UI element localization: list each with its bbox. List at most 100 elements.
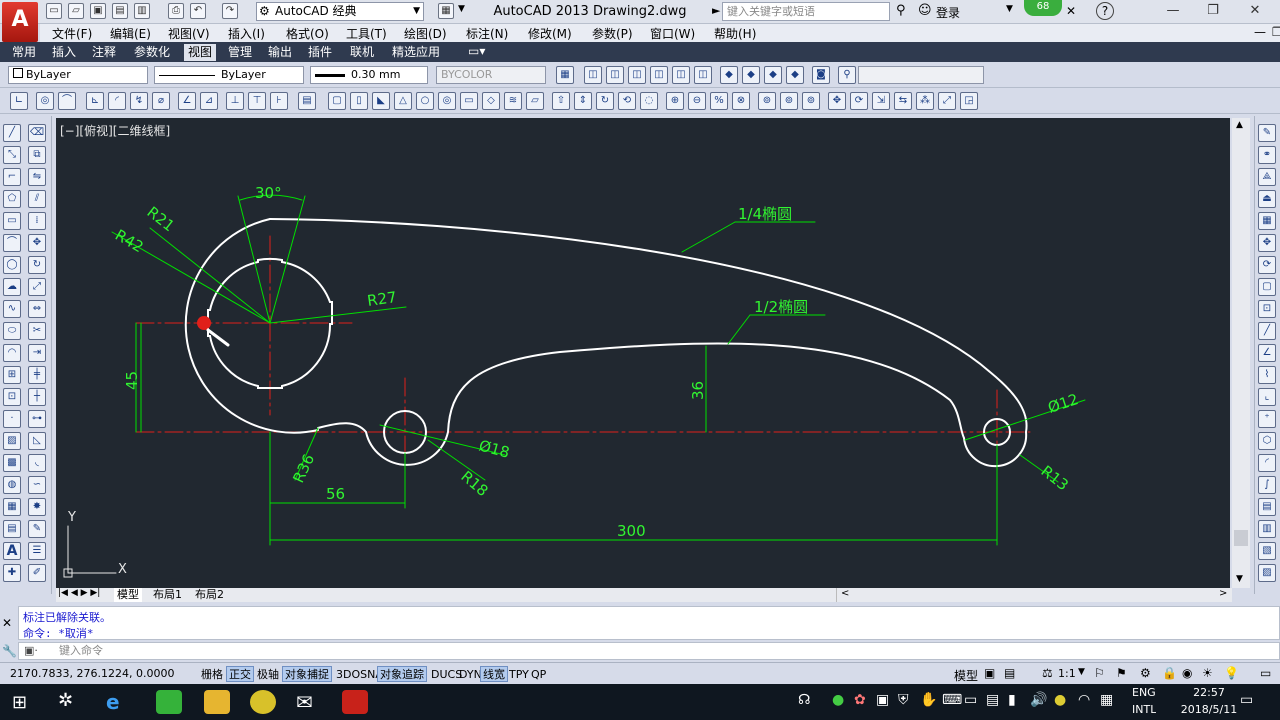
- explode-icon[interactable]: ✸: [28, 498, 46, 516]
- brush-icon[interactable]: ✎: [1258, 124, 1276, 142]
- slice-icon[interactable]: ⊗: [732, 92, 750, 110]
- scale-icon[interactable]: ⤢: [28, 278, 46, 296]
- presspull-icon[interactable]: ⇕: [574, 92, 592, 110]
- tab-featured-apps[interactable]: 精选应用: [388, 44, 444, 61]
- vertical-scrollbar[interactable]: ▲ ▼: [1232, 118, 1250, 588]
- workspace-selector[interactable]: ⚙ AutoCAD 经典 ▼: [256, 2, 424, 21]
- offset-icon[interactable]: ⫽: [28, 190, 46, 208]
- zoom-window-icon[interactable]: ⊡: [1258, 300, 1276, 318]
- 3d-rotate-icon[interactable]: ⟳: [850, 92, 868, 110]
- ime-icon[interactable]: ▦: [1100, 692, 1113, 708]
- restore-icon[interactable]: ❐: [1198, 2, 1228, 20]
- tab-annotate[interactable]: 注释: [88, 44, 120, 61]
- file-explorer-icon[interactable]: [204, 690, 230, 714]
- close-icon[interactable]: ✕: [1240, 2, 1270, 20]
- selected-grip[interactable]: [197, 316, 211, 330]
- 3d-fillet-icon[interactable]: ◲: [960, 92, 978, 110]
- binoculars-icon[interactable]: ⚲: [896, 3, 906, 18]
- blend-icon[interactable]: ∽: [28, 476, 46, 494]
- dim-ordinate-icon[interactable]: ⊾: [86, 92, 104, 110]
- tray-flower-icon[interactable]: ✿: [854, 692, 866, 708]
- tab-layout2[interactable]: 布局2: [192, 588, 227, 602]
- region-icon[interactable]: ◍: [3, 476, 21, 494]
- view-bottom-icon[interactable]: ◫: [606, 66, 624, 84]
- linetype-combo[interactable]: ByLayer: [154, 66, 304, 84]
- extrude-icon[interactable]: ⇧: [552, 92, 570, 110]
- media-app-icon[interactable]: [250, 690, 276, 714]
- exchange-icon[interactable]: ✕: [1066, 4, 1076, 18]
- mirror-icon[interactable]: ⇋: [28, 168, 46, 186]
- minimize-icon[interactable]: —: [1158, 2, 1188, 20]
- cylinder2-icon[interactable]: ▭: [460, 92, 478, 110]
- save-as-icon[interactable]: ▤: [112, 3, 128, 19]
- command-input[interactable]: 键入命令: [18, 642, 1280, 660]
- 3d-align-icon[interactable]: ⇲: [872, 92, 890, 110]
- menu-parametric[interactable]: 参数(P): [592, 25, 633, 42]
- 3d-mirror-icon[interactable]: ⇆: [894, 92, 912, 110]
- pan-icon[interactable]: ✥: [1258, 234, 1276, 252]
- orbit-icon[interactable]: ⟳: [1258, 256, 1276, 274]
- circle-icon[interactable]: ◯: [3, 256, 21, 274]
- fillet-icon[interactable]: ◟: [28, 454, 46, 472]
- line-icon[interactable]: ╱: [3, 124, 21, 142]
- print-icon[interactable]: ⎙: [168, 3, 184, 19]
- lineweight-combo[interactable]: 0.30 mm: [310, 66, 428, 84]
- box-icon[interactable]: ▢: [328, 92, 346, 110]
- workspace-switch-status-icon[interactable]: ⚙: [1140, 666, 1151, 680]
- auto-scale-icon[interactable]: ⚑: [1116, 666, 1127, 680]
- loft-icon[interactable]: ◌: [640, 92, 658, 110]
- notification-center-icon[interactable]: ▭: [1240, 692, 1253, 708]
- toggle-ortho[interactable]: 正交: [226, 666, 254, 682]
- trim-icon[interactable]: ✂: [28, 322, 46, 340]
- dim-continue-icon[interactable]: ⊤: [248, 92, 266, 110]
- tab-home[interactable]: 常用: [8, 44, 40, 61]
- input-language[interactable]: ENG: [1132, 686, 1156, 699]
- iso-nw-icon[interactable]: ◆: [786, 66, 804, 84]
- menu-view[interactable]: 视图(V): [168, 25, 210, 42]
- pyramid-icon[interactable]: ◇: [482, 92, 500, 110]
- lock-icon[interactable]: 🔒: [1162, 666, 1177, 680]
- user-icon[interactable]: ☺: [918, 3, 932, 18]
- plotstyle-combo[interactable]: BYCOLOR: [436, 66, 546, 84]
- dim-linear-icon[interactable]: ∟: [10, 92, 28, 110]
- tray-network-drive-icon[interactable]: ▤: [986, 692, 999, 708]
- command-close-icon[interactable]: ✕: [2, 616, 12, 630]
- view-frame-icon[interactable]: ▢: [1258, 278, 1276, 296]
- multiline-text-icon[interactable]: A: [3, 542, 21, 560]
- undo-icon[interactable]: ↶: [190, 3, 206, 19]
- menu-insert[interactable]: 插入(I): [228, 25, 265, 42]
- wifi-icon[interactable]: ◠: [1078, 692, 1090, 708]
- toggle-grid[interactable]: 栅格: [198, 666, 226, 682]
- corner-icon[interactable]: ⌞: [1258, 388, 1276, 406]
- scroll-thumb[interactable]: [1234, 530, 1248, 546]
- construction-line-icon[interactable]: ⤡: [3, 146, 21, 164]
- spline-icon[interactable]: ∿: [3, 300, 21, 318]
- coordinate-readout[interactable]: 2170.7833, 276.1224, 0.0000: [10, 667, 174, 680]
- line-tool-icon[interactable]: ╱: [1258, 322, 1276, 340]
- camera-icon[interactable]: ◙: [812, 66, 830, 84]
- layer-color-combo[interactable]: ByLayer: [8, 66, 148, 84]
- ie-browser-icon[interactable]: e: [106, 690, 120, 714]
- dim-space-icon[interactable]: ⊦: [270, 92, 288, 110]
- break-icon[interactable]: ┼: [28, 388, 46, 406]
- menu-draw[interactable]: 绘图(D): [404, 25, 447, 42]
- rectangle-icon[interactable]: ▭: [3, 212, 21, 230]
- stretch-icon[interactable]: ⇔: [28, 300, 46, 318]
- viewport-controls[interactable]: [−][俯视][二维线框]: [60, 122, 170, 139]
- iso-se-icon[interactable]: ◆: [742, 66, 760, 84]
- mail-icon[interactable]: ✉: [296, 690, 313, 714]
- polyline-icon[interactable]: ⌐: [3, 168, 21, 186]
- 3d-scale-icon[interactable]: ⤢: [938, 92, 956, 110]
- planar-surface-icon[interactable]: ▱: [526, 92, 544, 110]
- clean-screen-icon[interactable]: 💡: [1224, 666, 1239, 680]
- dim-diameter-icon[interactable]: ⌀: [152, 92, 170, 110]
- tab-model[interactable]: 模型: [114, 588, 142, 602]
- menu-window[interactable]: 窗口(W): [650, 25, 695, 42]
- hatch-icon[interactable]: ▨: [3, 432, 21, 450]
- table2-icon[interactable]: ▤: [3, 520, 21, 538]
- open-file-icon[interactable]: ▱: [68, 3, 84, 19]
- tray-shield-icon[interactable]: ⛨: [898, 692, 909, 708]
- drawing-canvas[interactable]: 30° R21 R42 R27 1/4椭圆 1/2椭圆 45 36 Ø12 Ø1…: [56, 118, 1230, 588]
- isolate-objects-icon[interactable]: ☀: [1202, 666, 1213, 680]
- iso-sw-icon[interactable]: ◆: [720, 66, 738, 84]
